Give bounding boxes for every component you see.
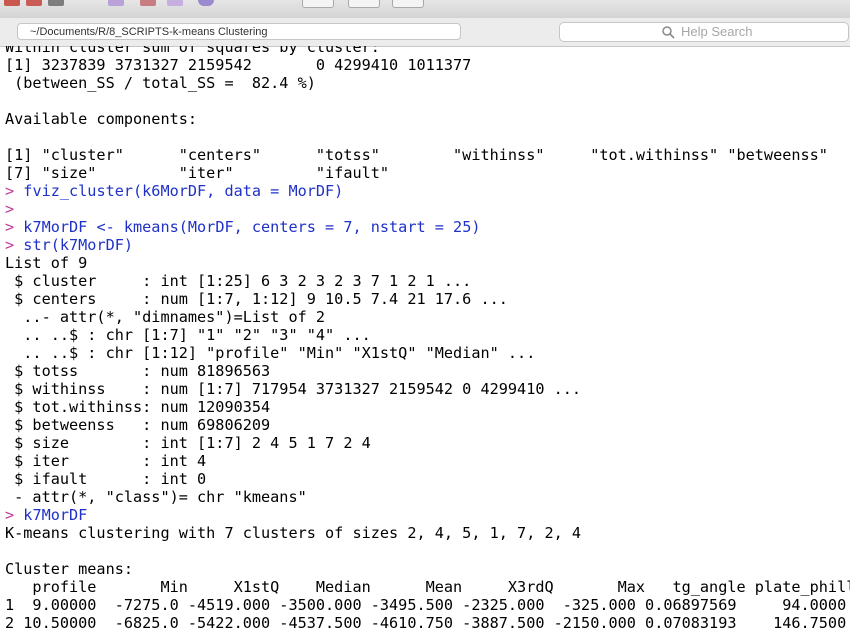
console-prompt: >: [5, 218, 24, 236]
console-output-line: List of 9: [5, 254, 88, 272]
console-output-line: (between_SS / total_SS = 82.4 %): [5, 74, 316, 92]
console-output-line: [1] "cluster" "centers" "totss" "withins…: [5, 146, 828, 164]
console-output-line: K-means clustering with 7 clusters of si…: [5, 524, 582, 542]
console-output: Within cluster sum of squares by cluster…: [0, 46, 850, 630]
console-prompt: >: [5, 200, 15, 218]
console-output-line: [7] "size" "iter" "ifault": [5, 164, 390, 182]
console-output-line: .. ..$ : chr [1:7] "1" "2" "3" "4" ...: [5, 326, 371, 344]
console-command-text: fviz_cluster(k6MorDF, data = MorDF): [23, 182, 344, 200]
console-output-line: Cluster means:: [5, 560, 134, 578]
console-output-line: $ centers : num [1:7, 1:12] 9 10.5 7.4 2…: [5, 290, 508, 308]
toolbar-button-icon[interactable]: [198, 0, 214, 6]
console-output-line: $ cluster : int [1:25] 6 3 2 3 2 3 7 1 2…: [5, 272, 472, 290]
console-output-line: $ tot.withinss: num 12090354: [5, 398, 271, 416]
toolbar-button-icon[interactable]: [108, 0, 124, 6]
path-bar: ~/Documents/R/8_SCRIPTS-k-means Clusteri…: [0, 18, 850, 47]
console-command-line: > k7MorDF: [0, 506, 850, 524]
console-output-line: profile Min X1stQ Median Mean X3rdQ Max …: [5, 578, 850, 596]
console-prompt: >: [5, 182, 24, 200]
console-output-line: $ iter : int 4: [5, 452, 207, 470]
console-output-line: $ size : int [1:7] 2 4 5 1 7 2 4: [5, 434, 371, 452]
console-command-line: >: [0, 200, 850, 218]
toolbar-button-icon[interactable]: [48, 0, 64, 6]
search-icon: [662, 26, 675, 39]
console-output-line: - attr(*, "class")= chr "kmeans": [5, 488, 307, 506]
working-directory-field[interactable]: ~/Documents/R/8_SCRIPTS-k-means Clusteri…: [17, 23, 461, 40]
console-output-line: $ ifault : int 0: [5, 470, 207, 488]
console-command-line: > str(k7MorDF): [0, 236, 850, 254]
toolbar-button[interactable]: [392, 0, 424, 8]
toolbar-button-icon[interactable]: [140, 0, 156, 6]
console-command-text: str(k7MorDF): [23, 236, 134, 254]
console-command-line: > k7MorDF <- kmeans(MorDF, centers = 7, …: [0, 218, 850, 236]
help-search-field[interactable]: Help Search: [559, 22, 849, 42]
toolbar-button-icon[interactable]: [26, 0, 42, 6]
console-output-line: Available components:: [5, 110, 198, 128]
toolbar-button-icon[interactable]: [167, 0, 183, 6]
r-console[interactable]: Within cluster sum of squares by cluster…: [0, 46, 850, 630]
toolbar-button[interactable]: [348, 0, 380, 8]
console-output-line: .. ..$ : chr [1:12] "profile" "Min" "X1s…: [5, 344, 536, 362]
console-command-line: > fviz_cluster(k6MorDF, data = MorDF): [0, 182, 850, 200]
console-command-text: k7MorDF <- kmeans(MorDF, centers = 7, ns…: [23, 218, 481, 236]
console-output-line: $ withinss : num [1:7] 717954 3731327 21…: [5, 380, 582, 398]
console-output-line: 1 9.00000 -7275.0 -4519.000 -3500.000 -3…: [5, 596, 847, 614]
console-output-line: 2 10.50000 -6825.0 -5422.000 -4537.500 -…: [5, 614, 847, 630]
console-output-line: [1] 3237839 3731327 2159542 0 4299410 10…: [5, 56, 472, 74]
toolbar-button-icon[interactable]: [4, 0, 20, 6]
console-prompt: >: [5, 506, 24, 524]
toolbar-button[interactable]: [302, 0, 334, 8]
window-toolbar: [0, 0, 850, 19]
console-output-line: $ betweenss : num 69806209: [5, 416, 271, 434]
console-output-line: ..- attr(*, "dimnames")=List of 2: [5, 308, 326, 326]
console-output-line: $ totss : num 81896563: [5, 362, 271, 380]
console-output-line: Within cluster sum of squares by cluster…: [5, 46, 380, 56]
console-command-text: k7MorDF: [23, 506, 88, 524]
search-placeholder: Help Search: [681, 24, 753, 39]
console-prompt: >: [5, 236, 24, 254]
